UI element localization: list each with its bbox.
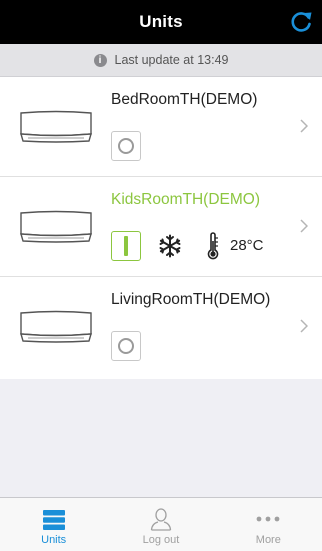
tab-units[interactable]: Units xyxy=(0,498,107,551)
tab-label: More xyxy=(255,534,281,546)
info-icon: i xyxy=(93,53,107,67)
current-temperature: 28°C xyxy=(230,237,264,254)
chevron-right-icon xyxy=(300,119,308,133)
power-toggle-button[interactable] xyxy=(111,231,141,261)
last-update-banner: i Last update at 13:49 xyxy=(0,44,322,77)
more-icon xyxy=(256,516,280,522)
chevron-right-icon xyxy=(300,319,308,333)
tab-label: Units xyxy=(41,534,67,546)
tab-log-out[interactable]: Log out xyxy=(107,498,214,551)
tab-more[interactable]: More xyxy=(215,498,322,551)
unit-row-livingroom[interactable]: LivingRoomTH(DEMO) xyxy=(0,277,322,379)
air-conditioner-icon xyxy=(20,210,92,243)
refresh-icon[interactable] xyxy=(288,9,314,35)
units-icon xyxy=(42,510,65,530)
power-off-icon xyxy=(118,138,134,154)
power-toggle-button[interactable] xyxy=(111,131,141,161)
power-off-icon xyxy=(118,338,134,354)
user-icon xyxy=(150,508,172,531)
power-toggle-button[interactable] xyxy=(111,331,141,361)
air-conditioner-icon xyxy=(20,110,92,143)
unit-row-bedroom[interactable]: BedRoomTH(DEMO) xyxy=(0,77,322,177)
unit-row-kidsroom[interactable]: KidsRoomTH(DEMO) 28°C xyxy=(0,177,322,277)
units-list: BedRoomTH(DEMO) KidsRoomTH(DEMO) 28°C Li… xyxy=(0,77,322,379)
snowflake-icon xyxy=(159,234,181,258)
thermometer-icon xyxy=(207,232,219,260)
bottom-tab-bar: Units Log out More xyxy=(0,497,322,551)
unit-name: KidsRoomTH(DEMO) xyxy=(111,191,260,208)
tab-label: Log out xyxy=(142,534,180,546)
power-on-icon xyxy=(124,236,128,256)
unit-name: LivingRoomTH(DEMO) xyxy=(111,291,271,308)
air-conditioner-icon xyxy=(20,310,92,343)
last-update-text: Last update at 13:49 xyxy=(114,53,229,67)
unit-name: BedRoomTH(DEMO) xyxy=(111,91,258,108)
page-title: Units xyxy=(139,12,183,31)
top-navigation-bar: Units xyxy=(0,0,322,44)
chevron-right-icon xyxy=(300,219,308,233)
